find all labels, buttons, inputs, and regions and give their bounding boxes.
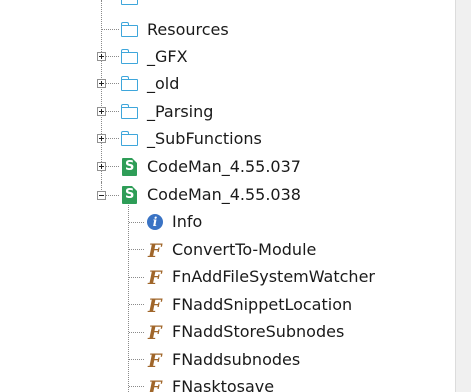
tree-connector-line <box>129 222 144 223</box>
collapse-toggle[interactable] <box>97 191 106 200</box>
tree-item-fnaddsubnodes[interactable]: F FNaddsubnodes <box>145 346 303 373</box>
tree-item-label: _Parsing <box>147 101 214 121</box>
tree-item-subfunctions[interactable]: _SubFunctions <box>120 125 265 152</box>
folder-icon <box>120 20 140 40</box>
tree-item-parsing[interactable]: _Parsing <box>120 98 216 125</box>
expand-toggle[interactable] <box>97 134 106 143</box>
tree-item-label: FNaddsubnodes <box>172 349 301 369</box>
function-icon: F <box>148 321 162 344</box>
function-icon: F <box>148 266 162 289</box>
tree-item-label: FnAddFileSystemWatcher <box>172 266 375 286</box>
script-icon: S <box>120 185 140 205</box>
tree-connector-line <box>101 0 102 182</box>
tree-item-label: FNasktosave <box>172 376 275 392</box>
vertical-scrollbar[interactable] <box>455 0 471 392</box>
folder-icon <box>120 0 140 8</box>
tree-item-info[interactable]: i Info <box>145 208 205 235</box>
expand-toggle[interactable] <box>97 79 106 88</box>
tree-connector-line <box>106 195 119 196</box>
folder-icon <box>120 47 140 67</box>
tree-connector-line <box>106 138 119 139</box>
tree-connector-line <box>102 29 119 30</box>
tree-item-gfx[interactable]: _GFX <box>120 43 191 70</box>
tree-item-label: CodeMan_4.55.037 <box>147 156 301 176</box>
tree-connector-line <box>106 111 119 112</box>
tree-connector-line <box>129 386 144 387</box>
tree-connector-line <box>106 83 119 84</box>
tree-item-label: _SubFunctions <box>147 128 262 148</box>
tree-item-fnaddsnippetlocation[interactable]: F FNaddSnippetLocation <box>145 291 355 318</box>
function-icon: F <box>148 294 162 317</box>
tree-item-fnaddfilesystemwatcher[interactable]: F FnAddFileSystemWatcher <box>145 263 378 290</box>
function-icon: F <box>148 376 162 392</box>
tree-item-label: _GFX <box>147 46 188 66</box>
script-icon: S <box>120 157 140 177</box>
folder-icon <box>120 102 140 122</box>
tree-connector-line <box>106 166 119 167</box>
function-icon: F <box>148 239 162 262</box>
folder-icon <box>120 129 140 149</box>
tree-item-label: ConvertTo-Module <box>172 239 317 259</box>
function-icon: F <box>148 349 162 372</box>
info-icon: i <box>145 212 165 232</box>
tree-item-label: _old <box>147 73 180 93</box>
tree-item-old[interactable]: _old <box>120 70 182 97</box>
expand-toggle[interactable] <box>97 107 106 116</box>
tree-item-convertto-module[interactable]: F ConvertTo-Module <box>145 236 319 263</box>
tree-item-resources[interactable]: Resources <box>120 16 232 43</box>
tree-connector-line <box>129 249 144 250</box>
tree-connector-line <box>129 304 144 305</box>
folder-icon <box>120 74 140 94</box>
tree-item-label: FNaddSnippetLocation <box>172 294 353 314</box>
tree-item-codeman-037[interactable]: S CodeMan_4.55.037 <box>120 153 304 180</box>
tree-item-label: FNaddStoreSubnodes <box>172 321 345 341</box>
project-tree: Resources _GFX _old _Parsing _SubFunctio… <box>0 0 455 392</box>
tree-connector-line <box>106 56 119 57</box>
tree-item-fnaddstoresubnodes[interactable]: F FNaddStoreSubnodes <box>145 318 347 345</box>
tree-item-label: Info <box>172 211 203 231</box>
tree-connector-line <box>129 359 144 360</box>
tree-item-codeman-038[interactable]: S CodeMan_4.55.038 <box>120 181 304 208</box>
expand-toggle[interactable] <box>97 162 106 171</box>
tree-item-fnasktosave[interactable]: F FNasktosave <box>145 373 277 392</box>
tree-item-label: Resources <box>147 19 229 39</box>
tree-item-label: CodeMan_4.55.038 <box>147 184 301 204</box>
tree-connector-line <box>128 205 129 392</box>
expand-toggle[interactable] <box>97 52 106 61</box>
tree-connector-line <box>129 277 144 278</box>
tree-connector-line <box>129 332 144 333</box>
